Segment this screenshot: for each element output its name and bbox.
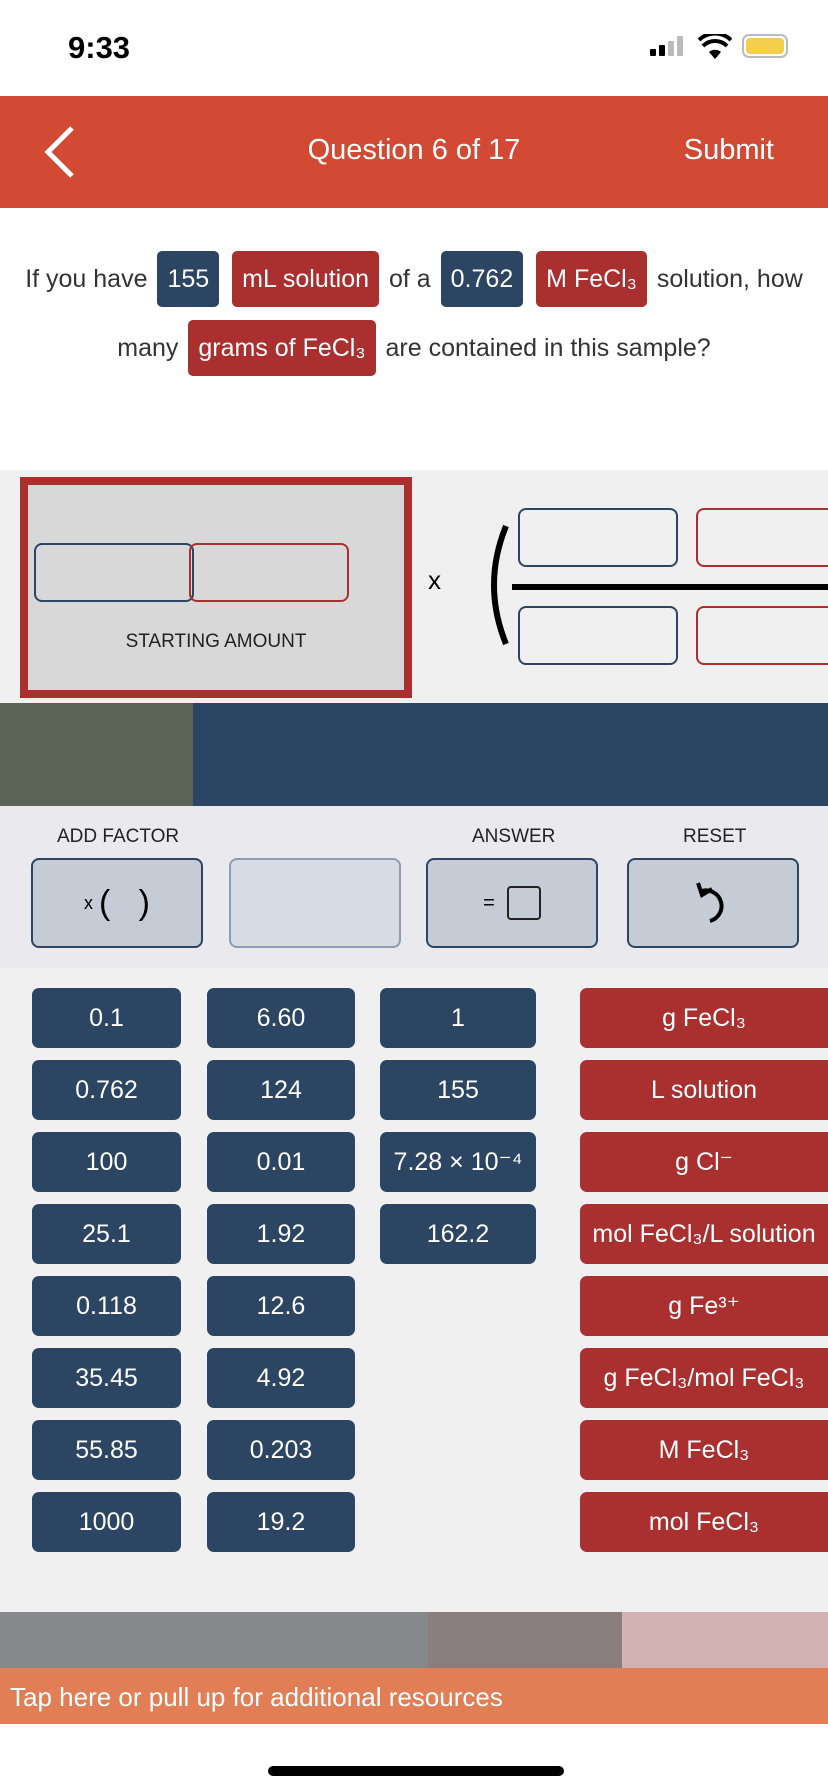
status-time: 9:33 <box>68 30 131 65</box>
multiply-sign: x <box>428 565 441 595</box>
value-chip: 0.762 <box>440 251 524 307</box>
unit-tile-label: mol FeCl₃ <box>648 1507 760 1536</box>
equals-sign: = <box>483 891 495 914</box>
bottom-strip <box>0 1612 828 1668</box>
answer-label: ANSWER <box>472 826 556 847</box>
number-tile[interactable]: 124 <box>207 1060 355 1120</box>
number-tile[interactable]: 25.1 <box>32 1204 181 1264</box>
dimensional-analysis-workspace: STARTING AMOUNT x <box>0 470 828 703</box>
question-text-part: of a <box>389 265 431 293</box>
starting-amount-label: STARTING AMOUNT <box>125 631 307 652</box>
tile-bank: 0.1 0.762 100 25.1 0.118 35.45 55.85 1000 6.60 12… <box>0 968 828 1612</box>
number-tile[interactable]: 1000 <box>32 1492 181 1552</box>
unit-tile[interactable]: mol FeCl₃ <box>580 1492 828 1552</box>
additional-resources-bar[interactable]: Tap here or pull up for additional resou… <box>0 1668 828 1724</box>
starting-amount-box[interactable]: STARTING AMOUNT <box>20 477 412 698</box>
number-tile[interactable]: 19.2 <box>207 1492 355 1552</box>
add-factor-button[interactable]: x ( ) <box>31 858 203 948</box>
unit-chip: grams of FeCl₃ <box>188 320 376 376</box>
reset-label: RESET <box>683 826 747 847</box>
status-bar: 9:33 <box>0 0 828 95</box>
unit-chip: mL solution <box>232 251 380 307</box>
value-chip: 155 <box>157 251 220 307</box>
numerator-unit-slot[interactable] <box>696 508 828 567</box>
signal-icon <box>650 36 686 56</box>
home-indicator[interactable] <box>268 1766 564 1776</box>
starting-unit-slot[interactable] <box>189 543 349 602</box>
bottom-strip-segment <box>428 1612 622 1668</box>
unit-tile[interactable]: g FeCl₃ <box>580 988 828 1048</box>
number-tile[interactable]: 0.203 <box>207 1420 355 1480</box>
submit-button[interactable]: Submit <box>684 134 774 167</box>
number-tile[interactable]: 162.2 <box>380 1204 536 1264</box>
answer-box-icon <box>506 886 541 920</box>
starting-value-slot[interactable] <box>34 543 194 602</box>
number-tile[interactable]: 0.762 <box>32 1060 181 1120</box>
answer-button[interactable]: = <box>426 858 598 948</box>
number-tile[interactable]: 35.45 <box>32 1348 181 1408</box>
unit-tile[interactable]: mol FeCl₃/L solution <box>580 1204 828 1264</box>
number-tile[interactable]: 12.6 <box>207 1276 355 1336</box>
unit-tile-label: g FeCl₃/mol FeCl₃ <box>603 1363 805 1392</box>
fraction-bar <box>512 584 828 590</box>
numerator-value-slot[interactable] <box>518 508 678 567</box>
unit-tile[interactable]: g Cl⁻ <box>580 1132 828 1192</box>
unit-tile-label: mol FeCl₃/L solution <box>592 1219 816 1248</box>
unit-tile[interactable]: L solution <box>580 1060 828 1120</box>
question-text-part: If you have <box>25 265 148 293</box>
unit-tile[interactable]: g FeCl₃/mol FeCl₃ <box>580 1348 828 1408</box>
unit-tile[interactable]: M FeCl₃ <box>580 1420 828 1480</box>
progress-strip <box>0 703 828 806</box>
toolbar: ADD FACTOR x ( ) ANSWER = RESET <box>0 806 828 968</box>
parentheses-icon: ( ) <box>99 883 150 922</box>
unit-chip: M FeCl₃ <box>536 251 647 307</box>
open-parenthesis-icon <box>491 524 509 646</box>
number-tile[interactable]: 6.60 <box>207 988 355 1048</box>
header-bar: Question 6 of 17 Submit <box>0 96 828 208</box>
wifi-icon <box>698 34 732 59</box>
add-factor-label: ADD FACTOR <box>57 826 180 847</box>
denominator-unit-slot[interactable] <box>696 606 828 665</box>
number-tile[interactable]: 7.28 × 10⁻⁴ <box>380 1132 536 1192</box>
undo-icon <box>696 882 724 923</box>
empty-tool-slot <box>229 858 401 948</box>
question-text: If you have 155 mL solution of a 0.762 M… <box>20 245 808 383</box>
number-tile[interactable]: 155 <box>380 1060 536 1120</box>
unit-tile-label: g Fe³⁺ <box>668 1292 740 1320</box>
unit-tile-label: L solution <box>650 1075 758 1104</box>
denominator-value-slot[interactable] <box>518 606 678 665</box>
unit-tile-label: g Cl⁻ <box>675 1148 733 1176</box>
unit-tile[interactable]: g Fe³⁺ <box>580 1276 828 1336</box>
reset-button[interactable] <box>627 858 799 948</box>
unit-tile-label: g FeCl₃ <box>662 1003 746 1032</box>
number-tile[interactable]: 100 <box>32 1132 181 1192</box>
number-tile[interactable]: 1.92 <box>207 1204 355 1264</box>
number-tile[interactable]: 0.1 <box>32 988 181 1048</box>
number-tile[interactable]: 55.85 <box>32 1420 181 1480</box>
progress-strip-segment <box>0 703 193 806</box>
unit-tile-label: M FeCl₃ <box>658 1435 750 1464</box>
number-tile[interactable]: 0.118 <box>32 1276 181 1336</box>
factor-multiply-sign: x <box>84 892 93 913</box>
question-text-part: are contained in this sample? <box>385 334 711 362</box>
battery-icon <box>742 34 788 58</box>
bottom-strip-segment <box>622 1612 828 1668</box>
number-tile[interactable]: 1 <box>380 988 536 1048</box>
number-tile[interactable]: 0.01 <box>207 1132 355 1192</box>
number-tile[interactable]: 4.92 <box>207 1348 355 1408</box>
